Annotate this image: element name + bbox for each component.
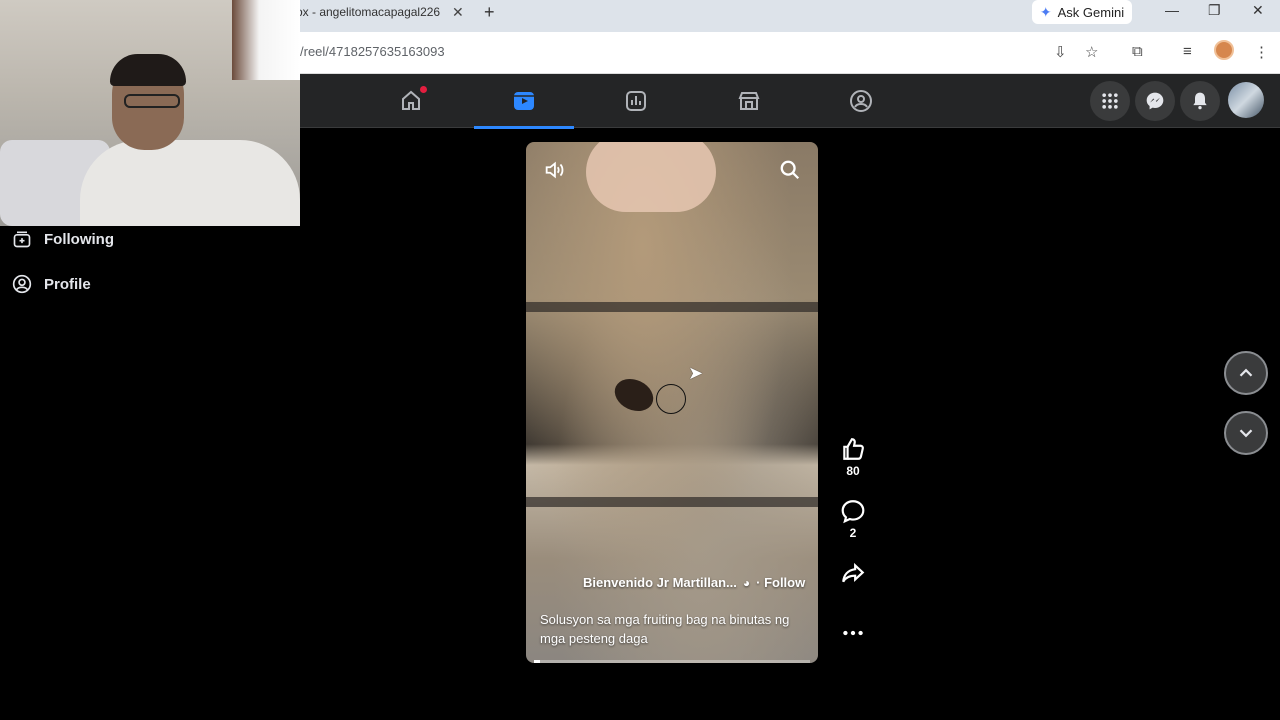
reel-video[interactable]: ➤ Bienvenido Jr Martillan... ◕ · Follow … [526,142,818,663]
share-icon [842,562,865,583]
more-options-button[interactable] [836,620,870,646]
gemini-sparkle-icon: ✦ [1039,3,1052,20]
groups-icon [850,90,872,112]
comment-icon [841,500,865,524]
video-progress-bar[interactable] [534,660,810,663]
ask-gemini-button[interactable]: ✦ Ask Gemini [1032,0,1132,24]
thumbs-up-icon [843,438,864,460]
install-app-icon[interactable]: ⇩ [1054,43,1067,61]
webcam-overlay [0,0,300,226]
ask-gemini-label: Ask Gemini [1057,4,1125,20]
like-button[interactable]: 80 [836,436,870,478]
reel-author: Bienvenido Jr Martillan... ◕ · Follow [583,575,805,590]
url-field[interactable]: /reel/4718257635163093 [300,44,445,59]
tab-close-icon[interactable]: ✕ [452,4,464,21]
account-avatar[interactable] [1228,82,1264,118]
webcam-window-background [232,0,300,80]
mouse-cursor-icon: ➤ [688,363,704,383]
notification-dot [420,86,427,93]
next-reel-button[interactable] [1224,411,1268,455]
notifications-button[interactable] [1180,81,1220,121]
sidebar-item-label: Profile [44,275,91,293]
minimize-icon[interactable]: — [1165,2,1179,18]
dashboard-icon [626,91,646,111]
close-window-icon[interactable]: ✕ [1252,2,1264,19]
search-icon [780,160,800,180]
messenger-button[interactable] [1135,81,1175,121]
globe-icon: ◕ [742,575,751,590]
new-tab-icon[interactable]: + [484,2,495,23]
webcam-person-hair [110,54,186,86]
nav-tab-marketplace[interactable] [699,74,799,128]
chevron-down-icon [1239,429,1253,438]
tab-title: ox - angelitomacapagal226 [296,5,441,19]
video-hand [586,142,716,212]
nav-tab-dashboard[interactable] [586,74,686,128]
browser-menu-icon[interactable]: ⋮ [1254,43,1269,61]
nav-tab-groups[interactable] [811,74,911,128]
webcam-person-glasses [124,94,180,108]
follow-button[interactable]: · Follow [756,575,805,590]
profile-icon [12,274,32,294]
messenger-icon [1146,92,1164,110]
bell-icon [1193,92,1207,110]
sidebar-item-label: Following [44,230,114,248]
reels-icon [514,92,534,110]
video-bag-hole [609,372,659,418]
sidebar-item-profile[interactable]: Profile [12,274,91,294]
cursor-ring [656,384,686,414]
webcam-person-shirt [80,140,300,226]
video-progress-fill [534,660,540,663]
bookmark-star-icon[interactable]: ☆ [1085,43,1098,61]
browser-tab[interactable]: ox - angelitomacapagal226 ✕ [296,0,471,24]
like-count: 80 [846,464,860,478]
search-button[interactable] [778,158,802,182]
restore-icon[interactable]: ❐ [1208,2,1221,19]
author-name[interactable]: Bienvenido Jr Martillan... [583,575,737,590]
grid-icon [1102,93,1118,109]
menu-grid-button[interactable] [1090,81,1130,121]
previous-reel-button[interactable] [1224,351,1268,395]
chevron-up-icon [1239,368,1253,377]
browser-profile-avatar[interactable] [1214,40,1234,60]
nav-tab-home[interactable] [361,74,461,128]
extensions-icon[interactable]: ⧉ [1132,43,1143,60]
more-icon [843,630,863,636]
media-control-icon[interactable]: ≡ [1183,43,1192,60]
share-button[interactable] [836,560,870,586]
marketplace-icon [738,92,760,110]
following-icon [13,231,31,248]
mute-button[interactable] [542,158,566,182]
volume-icon [545,161,564,179]
reel-caption: Solusyon sa mga fruiting bag na binutas … [540,612,790,646]
home-icon [402,90,420,110]
sidebar-item-following[interactable]: Following [12,229,114,249]
video-bag-divider [526,497,818,507]
nav-tab-reels[interactable] [474,74,574,129]
video-bag-divider [526,302,818,312]
comment-count: 2 [849,526,857,540]
comment-button[interactable]: 2 [836,498,870,540]
